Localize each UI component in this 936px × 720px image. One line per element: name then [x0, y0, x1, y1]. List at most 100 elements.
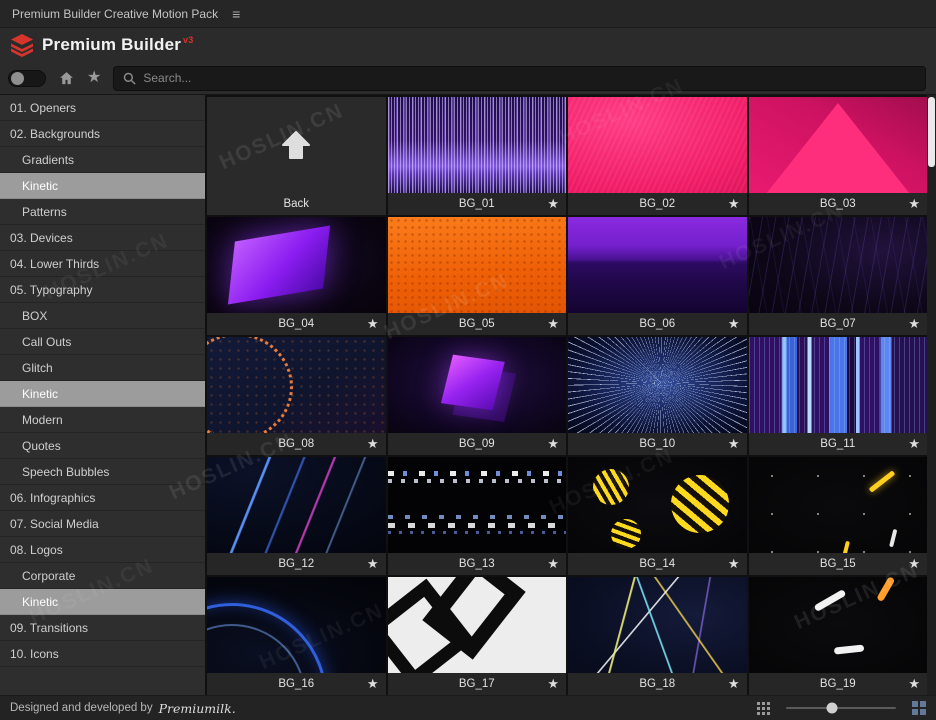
sidebar-item-kinetic-backgrounds[interactable]: Kinetic	[0, 173, 205, 199]
tile-label: BG_13	[458, 558, 495, 570]
favorites-filter-icon[interactable]: ★	[87, 70, 101, 86]
grid-view-icon[interactable]	[757, 701, 770, 715]
tile-bg-13[interactable]: BG_13 ★	[387, 457, 566, 575]
favorite-star-icon[interactable]: ★	[367, 676, 379, 692]
thumbnail[interactable]	[207, 217, 386, 313]
favorite-star-icon[interactable]: ★	[367, 316, 379, 332]
thumbnail[interactable]	[387, 217, 566, 313]
thumbnail[interactable]	[748, 217, 927, 313]
sidebar-item-devices[interactable]: 03. Devices	[0, 225, 205, 251]
slider-knob[interactable]	[826, 702, 838, 714]
thumbnail-size-slider[interactable]	[786, 702, 896, 714]
sidebar-item-glitch[interactable]: Glitch	[0, 355, 205, 381]
thumbnail[interactable]	[387, 97, 566, 193]
tile-bg-02[interactable]: BG_02 ★	[568, 97, 747, 215]
sidebar-item-backgrounds[interactable]: 02. Backgrounds	[0, 121, 205, 147]
favorite-star-icon[interactable]: ★	[728, 676, 740, 692]
sidebar-item-call-outs[interactable]: Call Outs	[0, 329, 205, 355]
tile-bg-08[interactable]: BG_08 ★	[207, 337, 386, 455]
thumbnail[interactable]	[568, 457, 747, 553]
favorite-star-icon[interactable]: ★	[908, 676, 920, 692]
tile-label: BG_08	[278, 438, 315, 450]
tile-bg-10[interactable]: BG_10 ★	[568, 337, 747, 455]
favorite-star-icon[interactable]: ★	[728, 436, 740, 452]
sidebar-item-quotes[interactable]: Quotes	[0, 433, 205, 459]
sidebar-item-modern[interactable]: Modern	[0, 407, 205, 433]
sidebar-item-gradients[interactable]: Gradients	[0, 147, 205, 173]
favorite-star-icon[interactable]: ★	[547, 556, 559, 572]
thumbnail[interactable]	[387, 337, 566, 433]
tile-bg-11[interactable]: BG_11 ★	[748, 337, 927, 455]
sidebar-item-infographics[interactable]: 06. Infographics	[0, 485, 205, 511]
menu-icon[interactable]: ≡	[232, 6, 240, 22]
favorite-star-icon[interactable]: ★	[547, 676, 559, 692]
sidebar-item-box[interactable]: BOX	[0, 303, 205, 329]
thumbnail[interactable]	[387, 457, 566, 553]
favorite-star-icon[interactable]: ★	[367, 556, 379, 572]
sidebar-item-patterns[interactable]: Patterns	[0, 199, 205, 225]
thumbnail[interactable]	[568, 577, 747, 673]
tile-bg-01[interactable]: BG_01 ★	[387, 97, 566, 215]
tile-bg-12[interactable]: BG_12 ★	[207, 457, 386, 575]
tile-bg-18[interactable]: BG_18 ★	[568, 577, 747, 695]
thumbnail[interactable]	[568, 97, 747, 193]
layout-squares-icon[interactable]	[912, 701, 926, 715]
favorite-star-icon[interactable]: ★	[908, 556, 920, 572]
sidebar-item-openers[interactable]: 01. Openers	[0, 95, 205, 121]
favorite-star-icon[interactable]: ★	[728, 196, 740, 212]
toggle-knob[interactable]	[11, 71, 24, 85]
thumbnail[interactable]	[568, 337, 747, 433]
tile-bg-14[interactable]: BG_14 ★	[568, 457, 747, 575]
favorite-star-icon[interactable]: ★	[908, 196, 920, 212]
sidebar-item-logos[interactable]: 08. Logos	[0, 537, 205, 563]
thumbnail[interactable]	[207, 337, 386, 433]
sidebar-item-lower-thirds[interactable]: 04. Lower Thirds	[0, 251, 205, 277]
tile-bg-03[interactable]: BG_03 ★	[748, 97, 927, 215]
thumbnail[interactable]	[207, 577, 386, 673]
tile-bg-17[interactable]: BG_17 ★	[387, 577, 566, 695]
thumbnail[interactable]	[748, 337, 927, 433]
favorite-star-icon[interactable]: ★	[728, 316, 740, 332]
home-icon[interactable]	[58, 70, 75, 87]
tile-label: BG_03	[819, 198, 856, 210]
tile-bg-16[interactable]: BG_16 ★	[207, 577, 386, 695]
vertical-scrollbar[interactable]	[927, 95, 936, 695]
sidebar-item-speech-bubbles[interactable]: Speech Bubbles	[0, 459, 205, 485]
tile-bg-09[interactable]: BG_09 ★	[387, 337, 566, 455]
tile-bg-06[interactable]: BG_06 ★	[568, 217, 747, 335]
favorite-star-icon[interactable]: ★	[547, 316, 559, 332]
scrollbar-thumb[interactable]	[928, 97, 935, 167]
sidebar-item-transitions[interactable]: 09. Transitions	[0, 615, 205, 641]
thumbnail[interactable]	[748, 457, 927, 553]
sidebar-item-corporate[interactable]: Corporate	[0, 563, 205, 589]
favorite-star-icon[interactable]: ★	[367, 436, 379, 452]
view-toggle[interactable]	[8, 69, 46, 87]
sidebar-item-icons[interactable]: 10. Icons	[0, 641, 205, 667]
favorite-star-icon[interactable]: ★	[547, 436, 559, 452]
favorite-star-icon[interactable]: ★	[908, 316, 920, 332]
favorite-star-icon[interactable]: ★	[547, 196, 559, 212]
tile-bg-07[interactable]: BG_07 ★	[748, 217, 927, 335]
sidebar-item-kinetic-typography[interactable]: Kinetic	[0, 381, 205, 407]
sidebar: 01. Openers 02. Backgrounds Gradients Ki…	[0, 95, 205, 695]
tile-bg-04[interactable]: BG_04 ★	[207, 217, 386, 335]
sidebar-item-kinetic-logos[interactable]: Kinetic	[0, 589, 205, 615]
thumbnail[interactable]	[748, 97, 927, 193]
search-bar[interactable]	[113, 65, 926, 91]
tile-label: BG_01	[458, 198, 495, 210]
search-input[interactable]	[143, 71, 917, 85]
tile-label: BG_09	[458, 438, 495, 450]
thumbnail[interactable]	[207, 457, 386, 553]
sidebar-item-typography[interactable]: 05. Typography	[0, 277, 205, 303]
tile-bg-15[interactable]: BG_15 ★	[748, 457, 927, 575]
sidebar-item-social-media[interactable]: 07. Social Media	[0, 511, 205, 537]
tile-bg-19[interactable]: BG_19 ★	[748, 577, 927, 695]
back-thumb[interactable]	[207, 97, 386, 193]
favorite-star-icon[interactable]: ★	[908, 436, 920, 452]
thumbnail[interactable]	[568, 217, 747, 313]
favorite-star-icon[interactable]: ★	[728, 556, 740, 572]
tile-bg-05[interactable]: BG_05 ★	[387, 217, 566, 335]
thumbnail[interactable]	[748, 577, 927, 673]
thumbnail[interactable]	[387, 577, 566, 673]
back-tile[interactable]: Back	[207, 97, 386, 215]
